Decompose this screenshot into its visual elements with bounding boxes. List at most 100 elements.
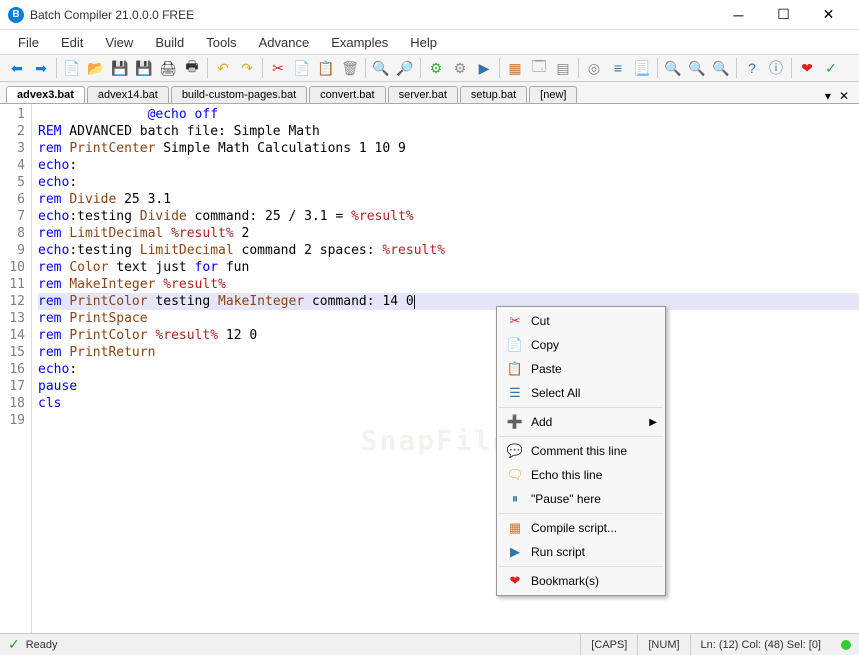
tab-setupbat[interactable]: setup.bat: [460, 86, 527, 103]
settings-icon[interactable]: ⚙: [425, 57, 447, 79]
zoom-out-icon[interactable]: 🔍: [686, 57, 708, 79]
code-line-18[interactable]: cls: [38, 395, 859, 412]
ctx-comment-this-line[interactable]: 💬Comment this line: [499, 439, 663, 463]
ctx--pause-here[interactable]: ⏸"Pause" here: [499, 487, 663, 511]
close-button[interactable]: ✕: [806, 0, 851, 30]
find-icon[interactable]: 🔍: [370, 57, 392, 79]
line-number: 17: [0, 378, 25, 395]
menu-file[interactable]: File: [8, 33, 49, 52]
menu-tools[interactable]: Tools: [196, 33, 246, 52]
minimize-button[interactable]: ─: [716, 0, 761, 30]
info-icon[interactable]: ⓘ: [765, 57, 787, 79]
tabbar: advex3.batadvex14.batbuild-custom-pages.…: [0, 82, 859, 104]
ctx-run-script[interactable]: ▶Run script: [499, 540, 663, 564]
code-line-15[interactable]: rem PrintReturn: [38, 344, 859, 361]
code-line-11[interactable]: rem MakeInteger %result%: [38, 276, 859, 293]
ctx-select-all[interactable]: ☰Select All: [499, 381, 663, 405]
wrap-icon[interactable]: ≡: [607, 57, 629, 79]
back-icon[interactable]: ⬅: [6, 57, 28, 79]
target-icon[interactable]: ◎: [583, 57, 605, 79]
code-line-6[interactable]: rem Divide 25 3.1: [38, 191, 859, 208]
save-all-icon[interactable]: 💾: [133, 57, 155, 79]
ctx-echo-this-line[interactable]: 🗨Echo this line: [499, 463, 663, 487]
bookmark-icon[interactable]: ❤: [796, 57, 818, 79]
titlebar: B Batch Compiler 21.0.0.0 FREE ─ ☐ ✕: [0, 0, 859, 30]
code-line-17[interactable]: pause: [38, 378, 859, 395]
code-line-8[interactable]: rem LimitDecimal %result% 2: [38, 225, 859, 242]
cut-icon: ✂: [505, 313, 525, 329]
run-icon[interactable]: ▶: [473, 57, 495, 79]
paste-icon[interactable]: 📋: [315, 57, 337, 79]
toolbar-separator: [791, 58, 792, 78]
open-icon[interactable]: 📂: [85, 57, 107, 79]
code-line-14[interactable]: rem PrintColor %result% 12 0: [38, 327, 859, 344]
status-num: [NUM]: [637, 634, 689, 655]
code-line-4[interactable]: echo:: [38, 157, 859, 174]
tab-advex3bat[interactable]: advex3.bat: [6, 86, 85, 103]
help-icon[interactable]: ?: [741, 57, 763, 79]
code-line-10[interactable]: rem Color text just for fun: [38, 259, 859, 276]
code-line-16[interactable]: echo:: [38, 361, 859, 378]
new-icon[interactable]: 📄: [61, 57, 83, 79]
tab-dropdown-icon[interactable]: ▾: [821, 89, 835, 103]
undo-icon[interactable]: ↶: [212, 57, 234, 79]
ctx-copy[interactable]: 📄Copy: [499, 333, 663, 357]
ctx-bookmark-s-[interactable]: ❤Bookmark(s): [499, 569, 663, 593]
menu-build[interactable]: Build: [145, 33, 194, 52]
check-icon[interactable]: ✓: [820, 57, 842, 79]
find-replace-icon[interactable]: 🔎: [394, 57, 416, 79]
code-line-9[interactable]: echo:testing LimitDecimal command 2 spac…: [38, 242, 859, 259]
delete-icon[interactable]: 🗑: [339, 57, 361, 79]
zoom-reset-icon[interactable]: 🔍: [710, 57, 732, 79]
line-number: 8: [0, 225, 25, 242]
maximize-button[interactable]: ☐: [761, 0, 806, 30]
code-line-12[interactable]: rem PrintColor testing MakeInteger comma…: [38, 293, 859, 310]
menu-examples[interactable]: Examples: [321, 33, 398, 52]
ctx-cut[interactable]: ✂Cut: [499, 309, 663, 333]
line-number: 6: [0, 191, 25, 208]
ctx-paste[interactable]: 📋Paste: [499, 357, 663, 381]
menu-help[interactable]: Help: [400, 33, 447, 52]
tab-close-icon[interactable]: ✕: [835, 89, 853, 103]
menu-view[interactable]: View: [95, 33, 143, 52]
code-area[interactable]: SnapFiles @echo offREM ADVANCED batch fi…: [32, 104, 859, 639]
tab-buildcustompagesbat[interactable]: build-custom-pages.bat: [171, 86, 307, 103]
statusbar: ✓ Ready [CAPS] [NUM] Ln: (12) Col: (48) …: [0, 633, 859, 655]
save-icon[interactable]: 💾: [109, 57, 131, 79]
line-number: 1: [0, 106, 25, 123]
code-line-19[interactable]: [38, 412, 859, 429]
print-icon[interactable]: 🖨: [157, 57, 179, 79]
print-preview-icon[interactable]: 🖶: [181, 57, 203, 79]
menu-advance[interactable]: Advance: [249, 33, 320, 52]
window-icon[interactable]: 🗔: [528, 57, 550, 79]
copy-icon[interactable]: 📄: [291, 57, 313, 79]
gear-icon[interactable]: ⚙: [449, 57, 471, 79]
cut-icon[interactable]: ✂: [267, 57, 289, 79]
editor[interactable]: 12345678910111213141516171819 SnapFiles …: [0, 104, 859, 639]
code-line-13[interactable]: rem PrintSpace: [38, 310, 859, 327]
code-line-3[interactable]: rem PrintCenter Simple Math Calculations…: [38, 140, 859, 157]
ctx-label: Copy: [531, 338, 559, 352]
zoom-in-icon[interactable]: 🔍: [662, 57, 684, 79]
tab-advex14bat[interactable]: advex14.bat: [87, 86, 169, 103]
compile-script--icon: ▦: [505, 520, 525, 536]
menu-edit[interactable]: Edit: [51, 33, 93, 52]
status-ready: Ready: [26, 639, 581, 651]
code-line-2[interactable]: REM ADVANCED batch file: Simple Math: [38, 123, 859, 140]
ctx-compile-script-[interactable]: ▦Compile script...: [499, 516, 663, 540]
tab-convertbat[interactable]: convert.bat: [309, 86, 385, 103]
code-line-7[interactable]: echo:testing Divide command: 25 / 3.1 = …: [38, 208, 859, 225]
app-icon: B: [8, 7, 24, 23]
doc-icon[interactable]: 📃: [631, 57, 653, 79]
tab-serverbat[interactable]: server.bat: [388, 86, 458, 103]
ctx-add[interactable]: ➕Add▶: [499, 410, 663, 434]
redo-icon[interactable]: ↷: [236, 57, 258, 79]
status-indicator-icon: [841, 640, 851, 650]
tab-new[interactable]: [new]: [529, 86, 577, 103]
forward-icon[interactable]: ➡: [30, 57, 52, 79]
ctx-label: Select All: [531, 386, 580, 400]
code-line-5[interactable]: echo:: [38, 174, 859, 191]
compile-icon[interactable]: ▦: [504, 57, 526, 79]
table-icon[interactable]: ▤: [552, 57, 574, 79]
code-line-1[interactable]: @echo off: [38, 106, 859, 123]
